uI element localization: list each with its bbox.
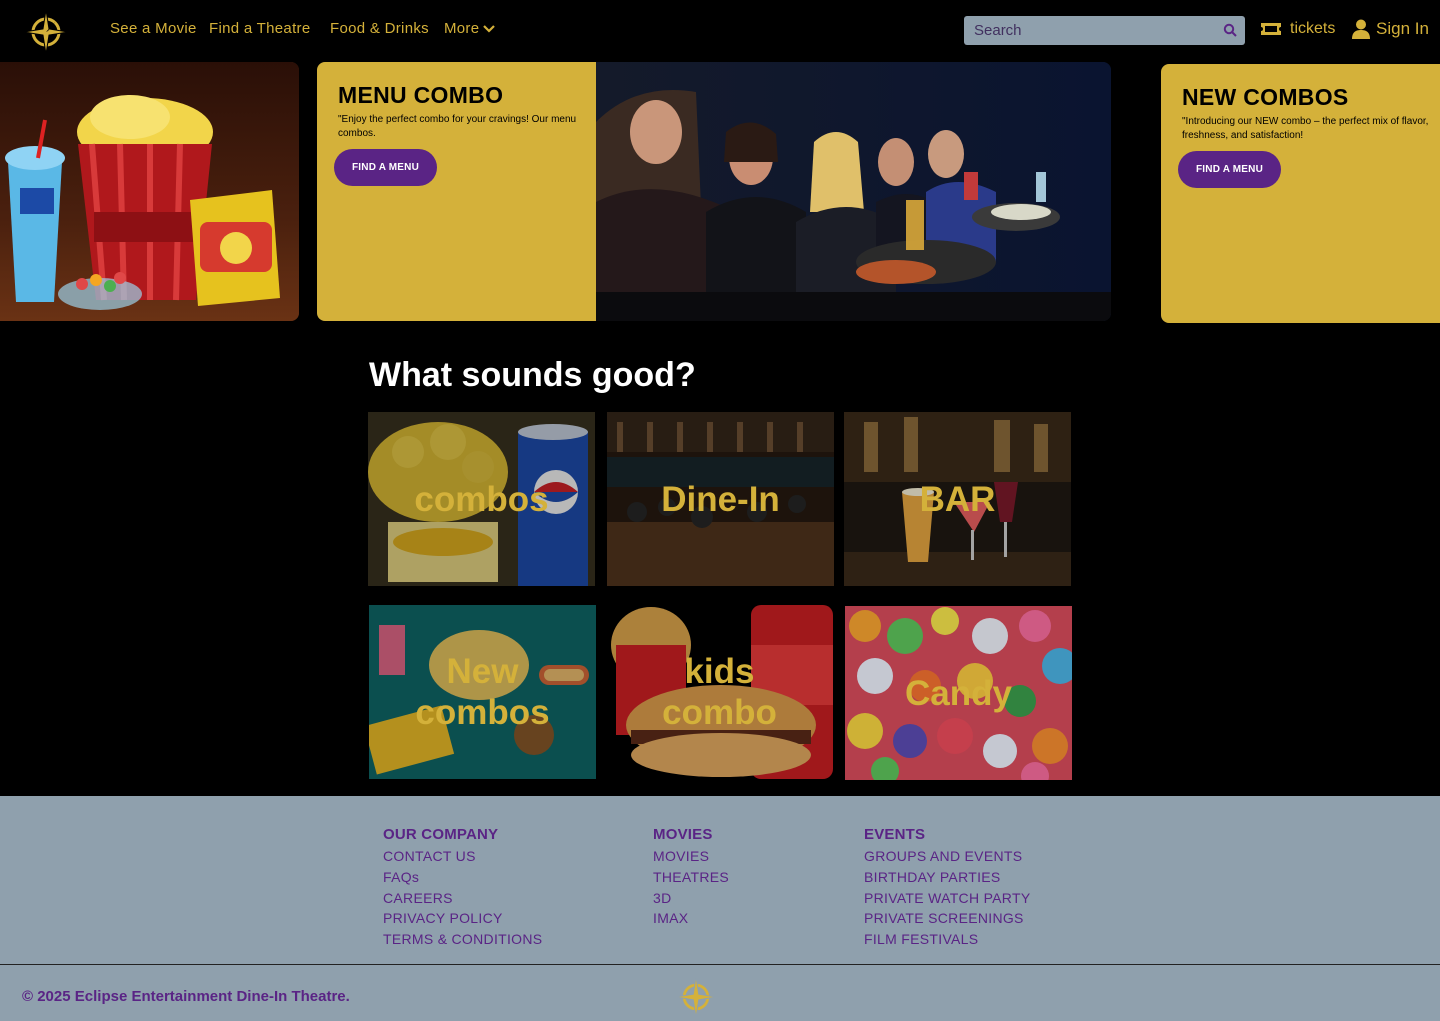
footer-heading: OUR COMPANY bbox=[383, 826, 499, 843]
nav-find-a-theatre[interactable]: Find a Theatre bbox=[209, 20, 310, 37]
compass-star-logo[interactable] bbox=[674, 976, 718, 1018]
menu-combo-card: MENU COMBO "Enjoy the perfect combo for … bbox=[317, 62, 596, 321]
new-combos-title: NEW COMBOS bbox=[1182, 84, 1349, 110]
sign-in-link[interactable]: Sign In bbox=[1352, 19, 1429, 39]
tickets-link[interactable]: tickets bbox=[1260, 20, 1335, 38]
footer-heading: MOVIES bbox=[653, 826, 713, 843]
new-combos-card: NEW COMBOS "Introducing our NEW combo – … bbox=[1161, 64, 1440, 323]
footer: OUR COMPANY CONTACT US FAQs CAREERS PRIV… bbox=[0, 796, 1440, 1021]
chevron-down-icon bbox=[483, 24, 496, 33]
copyright-text: © 2025 Eclipse Entertainment Dine-In The… bbox=[22, 988, 350, 1005]
footer-link-contact-us[interactable]: CONTACT US bbox=[383, 846, 542, 867]
tile-new-combos[interactable]: New combos bbox=[369, 605, 596, 779]
user-icon bbox=[1352, 19, 1370, 39]
tile-label: Candy bbox=[905, 673, 1012, 713]
tickets-label: tickets bbox=[1290, 20, 1336, 37]
footer-link-groups-events[interactable]: GROUPS AND EVENTS bbox=[864, 846, 1030, 867]
tile-kids-combo[interactable]: kids combo bbox=[606, 605, 833, 779]
footer-column-company: OUR COMPANY CONTACT US FAQs CAREERS PRIV… bbox=[383, 826, 542, 950]
compass-star-logo[interactable] bbox=[22, 9, 70, 55]
nav-food-drinks[interactable]: Food & Drinks bbox=[330, 20, 429, 37]
search-input[interactable] bbox=[964, 16, 1204, 45]
footer-link-film-festivals[interactable]: FILM FESTIVALS bbox=[864, 929, 1030, 950]
footer-link-terms[interactable]: TERMS & CONDITIONS bbox=[383, 929, 542, 950]
footer-link-imax[interactable]: IMAX bbox=[653, 908, 729, 929]
footer-link-theatres[interactable]: THEATRES bbox=[653, 867, 729, 888]
search-box bbox=[964, 16, 1245, 45]
nav-see-a-movie[interactable]: See a Movie bbox=[110, 20, 197, 37]
footer-link-3d[interactable]: 3D bbox=[653, 888, 729, 909]
tile-label: New combos bbox=[415, 652, 550, 732]
tile-label: combos bbox=[414, 479, 549, 519]
ticket-icon bbox=[1261, 23, 1281, 35]
footer-column-events: EVENTS GROUPS AND EVENTS BIRTHDAY PARTIE… bbox=[864, 826, 1030, 950]
find-a-menu-button[interactable]: FIND A MENU bbox=[1178, 151, 1282, 188]
section-title: What sounds good? bbox=[369, 356, 696, 394]
footer-link-birthday-parties[interactable]: BIRTHDAY PARTIES bbox=[864, 867, 1030, 888]
footer-link-privacy-policy[interactable]: PRIVACY POLICY bbox=[383, 908, 542, 929]
footer-link-private-screenings[interactable]: PRIVATE SCREENINGS bbox=[864, 908, 1030, 929]
search-icon[interactable] bbox=[1223, 23, 1237, 37]
tile-label: kids combo bbox=[662, 652, 777, 732]
footer-link-faqs[interactable]: FAQs bbox=[383, 867, 542, 888]
tile-label: Dine-In bbox=[661, 479, 780, 519]
nav-more-label: More bbox=[444, 20, 480, 37]
top-nav: See a Movie Find a Theatre Food & Drinks… bbox=[0, 0, 1440, 62]
tile-combos[interactable]: combos bbox=[368, 412, 595, 586]
find-a-menu-button[interactable]: FIND A MENU bbox=[334, 149, 438, 186]
tile-bar[interactable]: BAR bbox=[844, 412, 1071, 586]
tile-dine-in[interactable]: Dine-In bbox=[607, 412, 834, 586]
nav-more-dropdown[interactable]: More bbox=[444, 20, 496, 37]
menu-combo-title: MENU COMBO bbox=[338, 82, 504, 108]
sign-in-label: Sign In bbox=[1376, 19, 1429, 38]
footer-divider bbox=[0, 964, 1440, 965]
tile-candy[interactable]: Candy bbox=[845, 606, 1072, 780]
footer-link-careers[interactable]: CAREERS bbox=[383, 888, 542, 909]
tile-label: BAR bbox=[919, 479, 996, 519]
popcorn-icee-candy-photo bbox=[0, 62, 299, 321]
footer-link-movies[interactable]: MOVIES bbox=[653, 846, 729, 867]
menu-combo-text: "Enjoy the perfect combo for your cravin… bbox=[338, 114, 577, 139]
audience-dining-in-theatre-photo bbox=[596, 62, 1111, 321]
footer-column-movies: MOVIES MOVIES THEATRES 3D IMAX bbox=[653, 826, 729, 929]
footer-heading: EVENTS bbox=[864, 826, 926, 843]
footer-link-private-watch-party[interactable]: PRIVATE WATCH PARTY bbox=[864, 888, 1030, 909]
new-combos-text: "Introducing our NEW combo – the perfect… bbox=[1182, 116, 1429, 141]
